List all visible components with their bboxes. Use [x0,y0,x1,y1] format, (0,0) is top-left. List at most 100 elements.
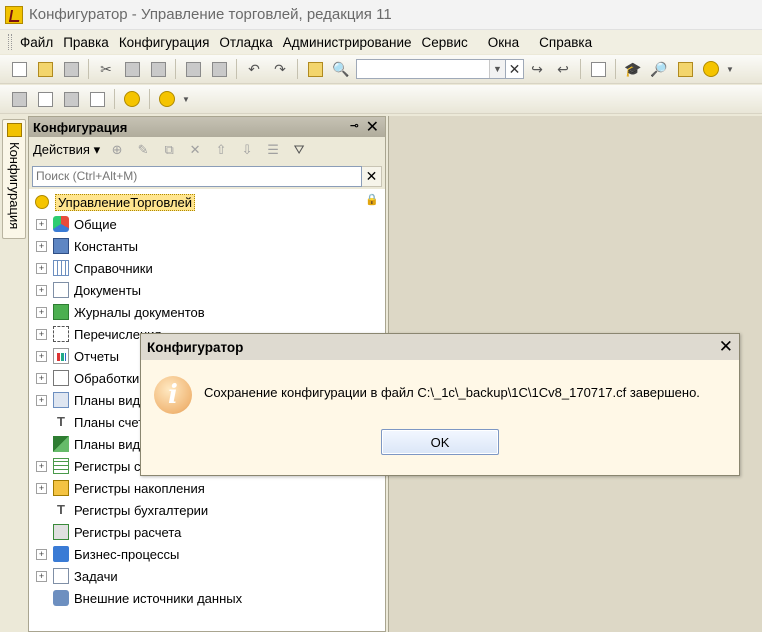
save-icon[interactable] [60,58,82,80]
tree-search-input[interactable] [32,165,362,187]
tree-item[interactable]: + Бизнес-процессы [29,543,385,565]
menu-service[interactable]: Сервис [420,33,476,52]
tree-item[interactable]: + Регистры накопления [29,477,385,499]
move-up-icon[interactable]: ⇧ [212,141,230,159]
chevron-down-icon[interactable]: ▼ [726,58,734,80]
chevron-down-icon[interactable]: ▼ [182,88,190,110]
tree-item[interactable]: T Регистры бухгалтерии [29,499,385,521]
expand-icon[interactable]: + [36,218,47,230]
window-title: Конфигуратор - Управление торговлей, ред… [29,6,392,23]
menu-administration[interactable]: Администрирование [281,33,420,52]
find-next-icon[interactable]: ↪ [526,58,548,80]
config-toolbar: ▼ [0,85,762,114]
tree-item[interactable]: + Журналы документов [29,301,385,323]
expand-icon[interactable]: + [36,460,47,472]
chart-of-characteristics-icon [53,392,69,408]
run-enterprise-icon[interactable] [156,88,178,110]
tree-item[interactable]: + Справочники [29,257,385,279]
expand-icon[interactable]: + [36,262,47,274]
menu-configuration[interactable]: Конфигурация [117,33,218,52]
add-icon[interactable]: ⊕ [108,141,126,159]
dialog-title: Конфигуратор [147,339,244,355]
side-tab-configuration[interactable]: Конфигурация [2,119,26,239]
expand-icon[interactable]: + [36,240,47,252]
menu-debug[interactable]: Отладка [217,33,280,52]
windows-icon[interactable] [587,58,609,80]
chevron-down-icon[interactable]: ▼ [489,60,505,78]
expand-icon[interactable]: + [36,306,47,318]
ok-button[interactable]: OK [381,429,499,455]
constants-icon [53,238,69,254]
toolbar-separator [615,59,616,79]
menu-help[interactable]: Справка [537,33,600,52]
cut-icon[interactable]: ✂ [95,58,117,80]
tree-item[interactable]: + Общие [29,213,385,235]
panel-title: Конфигурация [33,119,128,135]
expand-icon[interactable]: + [36,482,47,494]
tree-item[interactable]: + Документы [29,279,385,301]
actions-menu-button[interactable]: Действия ▾ [33,142,100,158]
configuration-root-icon [35,195,49,209]
menu-file[interactable]: Файл [18,33,61,52]
delete-icon[interactable]: ✕ [186,141,204,159]
config-open-icon[interactable] [8,88,30,110]
tree-item[interactable]: Регистры расчета [29,521,385,543]
tree-item-label: Внешние источники данных [74,590,243,606]
tree-item[interactable]: Внешние источники данных [29,587,385,609]
expand-icon[interactable]: + [36,548,47,560]
redo-icon[interactable]: ↷ [269,58,291,80]
expand-icon[interactable]: + [36,350,47,362]
copy-item-icon[interactable]: ⧉ [160,141,178,159]
processing-icon [53,370,69,386]
help-book-icon[interactable] [674,58,696,80]
search-icon[interactable]: 🔍 [330,58,352,80]
edit-icon[interactable]: ✎ [134,141,152,159]
new-file-icon[interactable] [8,58,30,80]
print-icon[interactable] [182,58,204,80]
copy-icon[interactable] [121,58,143,80]
sort-icon[interactable]: ☰ [264,141,282,159]
close-icon[interactable]: ✕ [719,337,733,357]
tree-item-label: Константы [74,238,138,254]
clear-icon[interactable]: ✕ [506,59,524,79]
clear-search-icon[interactable]: ✕ [362,165,382,187]
accumulation-registers-icon [53,480,69,496]
move-down-icon[interactable]: ⇩ [238,141,256,159]
paste-icon[interactable] [147,58,169,80]
expand-icon[interactable]: + [36,372,47,384]
dialog-body: i Сохранение конфигурации в файл C:\_1c\… [141,360,739,475]
expand-icon[interactable]: + [36,284,47,296]
info-help-icon[interactable] [700,58,722,80]
tree-item-label: Журналы документов [74,304,205,320]
config-compare-icon[interactable] [34,88,56,110]
tree-item-label: Справочники [74,260,153,276]
reports-icon [53,348,69,364]
tree-root[interactable]: УправлениеТорговлей 🔒 [29,191,385,213]
filter-icon[interactable]: ⛛ [290,141,308,159]
config-properties-icon[interactable] [86,88,108,110]
database-update-icon[interactable] [60,88,82,110]
menu-windows[interactable]: Окна [486,33,527,52]
close-icon[interactable]: ✕ [366,117,379,137]
expand-icon[interactable]: + [36,328,47,340]
search-combo[interactable]: ▼ [356,59,506,79]
configuration-icon [7,123,22,137]
tree-item[interactable]: + Константы [29,235,385,257]
undo-icon[interactable]: ↶ [243,58,265,80]
tree-item[interactable]: + Задачи [29,565,385,587]
pin-icon[interactable]: ⊸ [350,119,359,132]
find-prev-icon[interactable]: ↩ [552,58,574,80]
print-preview-icon[interactable] [208,58,230,80]
run-debug-icon[interactable] [121,88,143,110]
search-help-icon[interactable]: 🔎 [648,58,670,80]
chart-of-calc-types-icon [53,436,69,452]
menu-grip [8,34,12,50]
find-in-files-icon[interactable] [304,58,326,80]
open-folder-icon[interactable] [34,58,56,80]
expand-icon[interactable]: + [36,570,47,582]
side-panel-strip: Конфигурация [0,117,28,632]
menu-bar: Файл Правка Конфигурация Отладка Админис… [0,30,762,54]
expand-icon[interactable]: + [36,394,47,406]
menu-edit[interactable]: Правка [61,33,117,52]
syntax-assistant-icon[interactable]: 🎓 [622,58,644,80]
